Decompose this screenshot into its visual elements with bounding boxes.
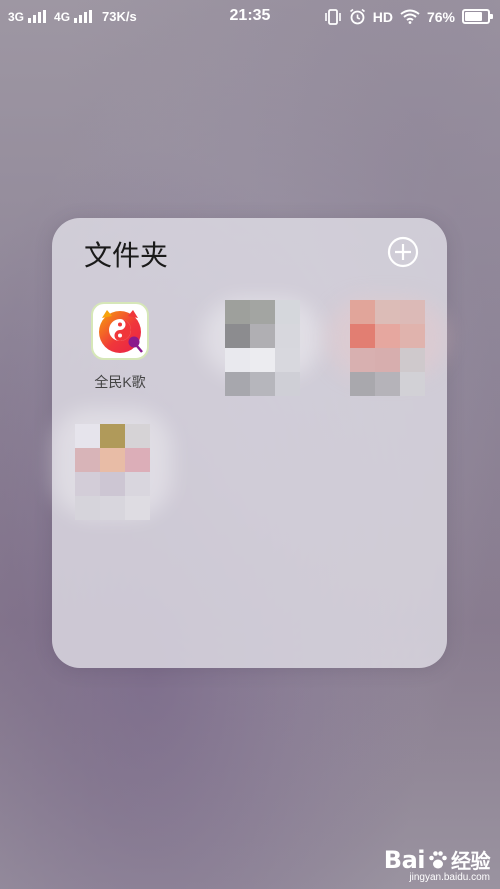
app-folder: 文件夹 全民K歌: [52, 218, 447, 668]
wifi-icon: [400, 9, 420, 24]
watermark-logo: Bai 经验: [383, 845, 491, 874]
status-right: HD 76%: [324, 8, 493, 25]
battery-fill: [465, 12, 482, 21]
battery-icon: [462, 9, 493, 24]
alarm-icon: [349, 8, 365, 25]
watermark-logo-text: Bai: [383, 845, 426, 874]
home-screen: 3G 4G 73K/s 21:35 HD 76% 文件夹 全民K歌 Bai 经验…: [0, 0, 500, 889]
battery-percent: 76%: [426, 8, 455, 25]
baidu-jingyan-watermark: Bai 经验 jingyan.baidu.com: [383, 845, 491, 884]
watermark-url: jingyan.baidu.com: [409, 872, 490, 883]
paw-icon: [429, 850, 447, 868]
hd-label: HD: [372, 8, 393, 25]
app-blurred-4[interactable]: [75, 424, 150, 520]
watermark-logo-tail: 经验: [451, 849, 491, 873]
app-blurred-2[interactable]: [225, 300, 300, 396]
kge-logo-graphic: [99, 310, 143, 353]
app-label: 全民K歌: [94, 374, 146, 390]
status-bar: 3G 4G 73K/s 21:35 HD 76%: [0, 0, 500, 36]
app-blurred-3[interactable]: [350, 300, 425, 396]
add-app-button[interactable]: [387, 236, 419, 268]
vibrate-icon: [324, 8, 341, 25]
app-quanmin-kge[interactable]: 全民K歌: [75, 302, 165, 392]
folder-title[interactable]: 文件夹: [84, 234, 168, 274]
quanmin-kge-icon: [91, 302, 149, 360]
